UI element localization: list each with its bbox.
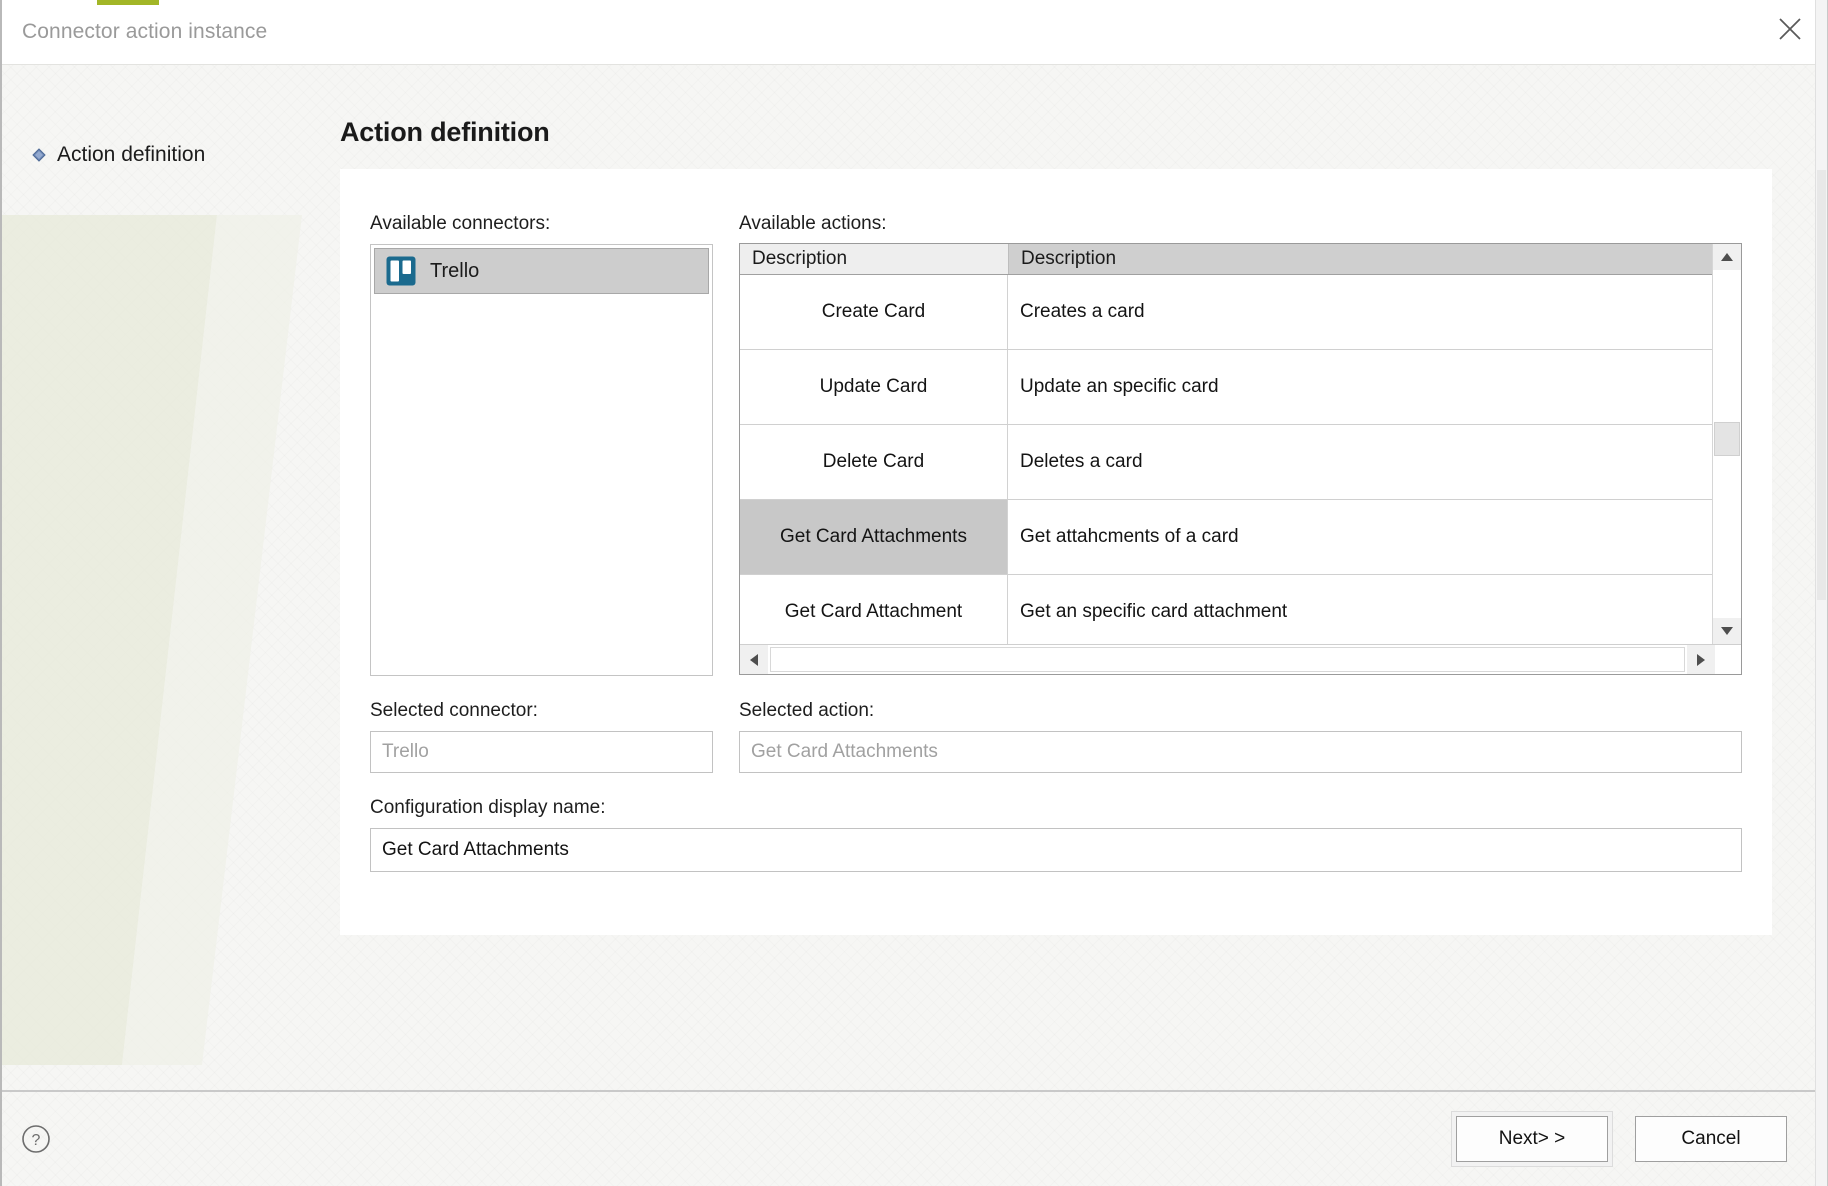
configuration-display-name-input[interactable]: Get Card Attachments <box>370 828 1742 872</box>
wizard-sidebar: Action definition <box>2 65 332 1090</box>
page-title: Action definition <box>340 117 550 147</box>
horizontal-scroll-track[interactable] <box>768 645 1687 674</box>
sidebar-item-action-definition[interactable]: Action definition <box>2 143 332 167</box>
scrollbar-corner <box>1715 645 1741 674</box>
available-connectors-label: Available connectors: <box>370 213 551 234</box>
selected-action-field[interactable]: Get Card Attachments <box>739 731 1742 773</box>
vertical-scroll-track[interactable] <box>1713 270 1741 618</box>
table-row-selected[interactable]: Get Card Attachments Get attahcments of … <box>740 500 1712 575</box>
selected-connector-section: Selected connector: Trello <box>370 700 713 773</box>
column-header-name[interactable]: Description <box>740 244 1008 274</box>
help-question-icon[interactable]: ? <box>14 1116 58 1162</box>
diamond-bullet-icon <box>32 148 46 162</box>
cell-action-name[interactable]: Get Card Attachment <box>740 575 1008 644</box>
grid-rows: Create Card Creates a card Update Card U… <box>740 275 1712 644</box>
grid-vertical-scrollbar[interactable] <box>1712 244 1741 644</box>
svg-text:?: ? <box>32 1132 41 1149</box>
sidebar-item-label: Action definition <box>57 143 206 166</box>
host-app-active-tab-indicator <box>97 0 159 5</box>
selected-action-section: Selected action: Get Card Attachments <box>739 700 1742 773</box>
cell-action-description[interactable]: Update an specific card <box>1008 350 1712 424</box>
available-actions-section: Available actions: Description Descripti… <box>739 213 1742 676</box>
scroll-up-arrow-icon[interactable] <box>1713 244 1741 270</box>
list-item-trello[interactable]: Trello <box>374 248 709 294</box>
cancel-button-wrap: Cancel <box>1635 1116 1787 1162</box>
scroll-down-arrow-icon[interactable] <box>1713 618 1741 644</box>
available-connectors-section: Available connectors: Trello <box>370 213 713 676</box>
table-row[interactable]: Update Card Update an specific card <box>740 350 1712 425</box>
host-app-scroll-thumb[interactable] <box>1817 170 1826 600</box>
selected-connector-field[interactable]: Trello <box>370 731 713 773</box>
dialog-title: Connector action instance <box>22 20 268 43</box>
table-row[interactable]: Get Card Attachment Get an specific card… <box>740 575 1712 644</box>
configuration-display-name-section: Configuration display name: Get Card Att… <box>370 797 1742 872</box>
cell-action-name[interactable]: Get Card Attachments <box>740 500 1008 574</box>
content-card: Available connectors: Trello Available a… <box>340 169 1772 935</box>
grid-horizontal-scrollbar[interactable] <box>740 644 1741 674</box>
next-button-focus-ring: Next> > <box>1451 1111 1613 1167</box>
column-header-description[interactable]: Description <box>1008 244 1712 274</box>
next-button[interactable]: Next> > <box>1456 1116 1608 1162</box>
horizontal-scroll-thumb[interactable] <box>770 647 1685 672</box>
cell-action-description[interactable]: Deletes a card <box>1008 425 1712 499</box>
available-actions-label: Available actions: <box>739 213 887 234</box>
host-app-scrollbar[interactable] <box>1815 0 1827 1186</box>
host-app-sliver <box>2 0 1827 6</box>
cell-action-name[interactable]: Delete Card <box>740 425 1008 499</box>
cell-action-name[interactable]: Update Card <box>740 350 1008 424</box>
dialog-footer: ? Next> > Cancel <box>2 1090 1827 1186</box>
footer-buttons: Next> > Cancel <box>1451 1111 1787 1167</box>
cancel-button[interactable]: Cancel <box>1635 1116 1787 1162</box>
dialog-titlebar: Connector action instance <box>2 0 1827 64</box>
close-icon[interactable] <box>1763 4 1817 54</box>
cell-action-name[interactable]: Create Card <box>740 275 1008 349</box>
available-connectors-listbox[interactable]: Trello <box>370 244 713 676</box>
selected-action-label: Selected action: <box>739 700 875 721</box>
dialog-body: Action definition Action definition Avai… <box>2 64 1827 1090</box>
connector-action-instance-dialog: Connector action instance Action definit… <box>0 0 1828 1186</box>
table-row[interactable]: Delete Card Deletes a card <box>740 425 1712 500</box>
configuration-display-name-label: Configuration display name: <box>370 797 606 818</box>
scroll-left-arrow-icon[interactable] <box>740 645 768 674</box>
cell-action-description[interactable]: Creates a card <box>1008 275 1712 349</box>
cell-action-description[interactable]: Get an specific card attachment <box>1008 575 1712 644</box>
vertical-scroll-thumb[interactable] <box>1714 422 1740 456</box>
main-content: Action definition Available connectors: <box>332 65 1827 1090</box>
grid-header-row: Description Description <box>740 244 1712 275</box>
scroll-right-arrow-icon[interactable] <box>1687 645 1715 674</box>
table-row[interactable]: Create Card Creates a card <box>740 275 1712 350</box>
list-item-label: Trello <box>430 259 480 282</box>
selected-connector-label: Selected connector: <box>370 700 538 721</box>
trello-icon <box>386 256 416 286</box>
available-actions-grid[interactable]: Description Description Create Card Crea… <box>739 243 1742 675</box>
cell-action-description[interactable]: Get attahcments of a card <box>1008 500 1712 574</box>
